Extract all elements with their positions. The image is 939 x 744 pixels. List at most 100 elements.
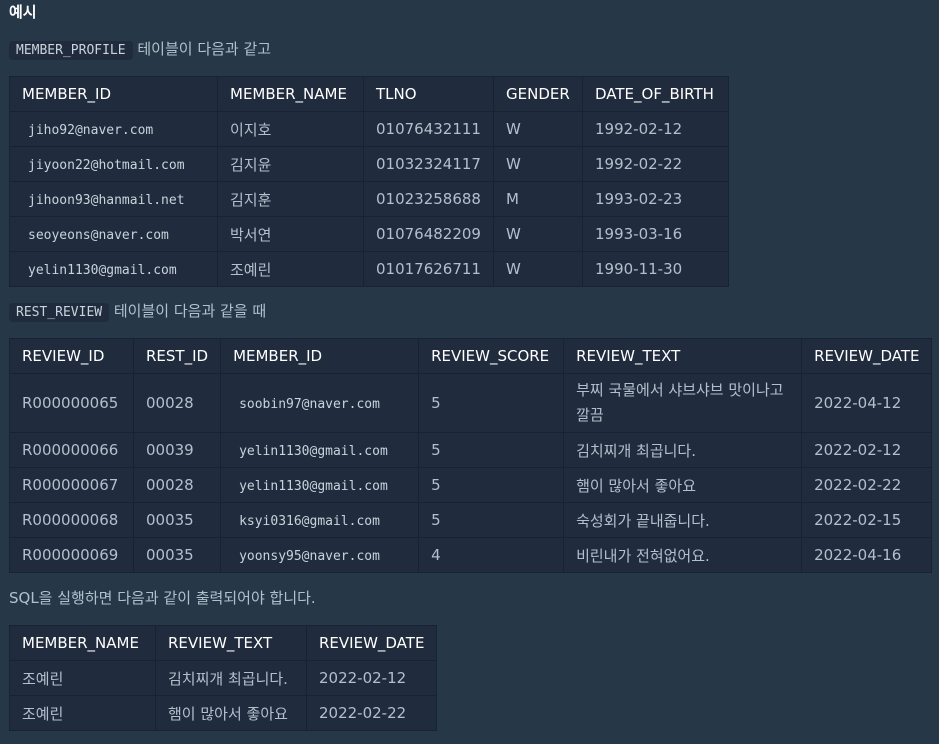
column-header: GENDER: [493, 76, 583, 112]
column-header: MEMBER_ID: [9, 76, 218, 112]
table-cell: 01076432111: [363, 111, 494, 147]
table-row: seoyeons@naver.com 박서연 01076482209 W 199…: [9, 216, 729, 252]
table-cell: 햄이 많아서 좋아요: [155, 695, 307, 731]
member-id-code: yelin1130@gmail.com: [233, 477, 394, 496]
column-header: MEMBER_ID: [220, 338, 420, 374]
table-cell: 00028: [132, 373, 222, 433]
intro-text: 테이블이 다음과 같고: [137, 40, 272, 58]
member-id-code: yelin1130@gmail.com: [233, 442, 394, 461]
member-id-cell: jiyoon22@hotmail.com: [9, 146, 218, 182]
table-cell: R000000069: [9, 537, 134, 573]
table-cell: 5: [418, 502, 565, 538]
table-cell: 5: [418, 373, 565, 433]
review-text-cell: 비린내가 전혀없어요.: [563, 537, 803, 573]
table-cell: 2022-02-12: [801, 432, 933, 468]
table-row: jiho92@naver.com 이지호 01076432111 W 1992-…: [9, 111, 729, 147]
member-id-code: seoyeons@naver.com: [22, 226, 175, 245]
table-cell: 2022-02-22: [305, 695, 438, 731]
table-cell: R000000065: [9, 373, 134, 433]
table-cell: 조예린: [9, 695, 156, 731]
column-header: DATE_OF_BIRTH: [582, 76, 729, 112]
result-table: MEMBER_NAME REVIEW_TEXT REVIEW_DATE 조예린 …: [9, 625, 438, 731]
intro-text: 테이블이 다음과 같을 때: [113, 302, 267, 320]
table-cell: 조예린: [9, 660, 156, 696]
table-cell: 01032324117: [363, 146, 494, 182]
table-row: R000000067 00028 yelin1130@gmail.com 5 햄…: [9, 467, 933, 503]
table-cell: 00039: [132, 432, 222, 468]
member-profile-table: MEMBER_ID MEMBER_NAME TLNO GENDER DATE_O…: [9, 76, 729, 287]
member-id-cell: yoonsy95@naver.com: [220, 537, 420, 573]
table-header-row: MEMBER_NAME REVIEW_TEXT REVIEW_DATE: [9, 625, 438, 661]
review-text-cell: 부찌 국물에서 샤브샤브 맛이나고 깔끔: [563, 373, 803, 433]
table-header-row: REVIEW_ID REST_ID MEMBER_ID REVIEW_SCORE…: [9, 338, 933, 374]
column-header: REST_ID: [132, 338, 222, 374]
table-cell: 2022-04-16: [801, 537, 933, 573]
table-name-code: REST_REVIEW: [9, 303, 110, 322]
table-row: jihoon93@hanmail.net 김지훈 01023258688 M 1…: [9, 181, 729, 217]
member-id-code: yoonsy95@naver.com: [233, 547, 386, 566]
table-cell: 김지훈: [217, 181, 364, 217]
member-id-cell: jiho92@naver.com: [9, 111, 218, 147]
member-profile-intro: MEMBER_PROFILE 테이블이 다음과 같고: [9, 36, 271, 62]
table-cell: R000000066: [9, 432, 134, 468]
member-id-cell: seoyeons@naver.com: [9, 216, 218, 252]
table-row: 조예린 김치찌개 최곱니다. 2022-02-12: [9, 660, 438, 696]
table-cell: 01023258688: [363, 181, 494, 217]
member-id-code: jihoon93@hanmail.net: [22, 191, 191, 210]
table-cell: 김지윤: [217, 146, 364, 182]
table-cell: 2022-04-12: [801, 373, 933, 433]
column-header: REVIEW_ID: [9, 338, 134, 374]
review-text-cell: 햄이 많아서 좋아요: [563, 467, 803, 503]
table-cell: 이지호: [217, 111, 364, 147]
table-cell: W: [493, 111, 583, 147]
column-header: REVIEW_TEXT: [155, 625, 307, 661]
table-cell: 01017626711: [363, 251, 494, 287]
table-cell: 조예린: [217, 251, 364, 287]
example-heading: 예시: [9, 3, 37, 21]
column-header: MEMBER_NAME: [217, 76, 364, 112]
table-cell: M: [493, 181, 583, 217]
column-header: TLNO: [363, 76, 494, 112]
table-cell: 01076482209: [363, 216, 494, 252]
column-header: REVIEW_TEXT: [563, 338, 803, 374]
table-cell: R000000067: [9, 467, 134, 503]
review-text-cell: 김치찌개 최곱니다.: [563, 432, 803, 468]
table-row: R000000068 00035 ksyi0316@gmail.com 5 숙성…: [9, 502, 933, 538]
table-cell: W: [493, 251, 583, 287]
member-id-cell: soobin97@naver.com: [220, 373, 420, 433]
column-header: REVIEW_DATE: [801, 338, 933, 374]
table-name-code: MEMBER_PROFILE: [9, 41, 133, 60]
review-text-cell: 숙성회가 끝내줍니다.: [563, 502, 803, 538]
table-cell: 1992-02-12: [582, 111, 729, 147]
member-id-code: jiyoon22@hotmail.com: [22, 156, 191, 175]
table-row: jiyoon22@hotmail.com 김지윤 01032324117 W 1…: [9, 146, 729, 182]
member-id-cell: yelin1130@gmail.com: [220, 432, 420, 468]
table-cell: 1992-02-22: [582, 146, 729, 182]
table-cell: 5: [418, 467, 565, 503]
table-cell: 1993-03-16: [582, 216, 729, 252]
table-cell: W: [493, 146, 583, 182]
member-id-cell: ksyi0316@gmail.com: [220, 502, 420, 538]
table-cell: 2022-02-15: [801, 502, 933, 538]
column-header: MEMBER_NAME: [9, 625, 156, 661]
table-row: 조예린 햄이 많아서 좋아요 2022-02-22: [9, 695, 438, 731]
member-id-code: jiho92@naver.com: [22, 121, 160, 140]
table-cell: 00028: [132, 467, 222, 503]
table-cell: 2022-02-12: [305, 660, 438, 696]
table-cell: 2022-02-22: [801, 467, 933, 503]
member-id-cell: yelin1130@gmail.com: [220, 467, 420, 503]
member-id-cell: jihoon93@hanmail.net: [9, 181, 218, 217]
table-cell: 4: [418, 537, 565, 573]
result-intro: SQL을 실행하면 다음과 같이 출력되어야 합니다.: [9, 589, 316, 607]
column-header: REVIEW_DATE: [305, 625, 438, 661]
table-cell: 김치찌개 최곱니다.: [155, 660, 307, 696]
table-cell: W: [493, 216, 583, 252]
rest-review-table: REVIEW_ID REST_ID MEMBER_ID REVIEW_SCORE…: [9, 338, 933, 573]
table-header-row: MEMBER_ID MEMBER_NAME TLNO GENDER DATE_O…: [9, 76, 729, 112]
table-row: R000000066 00039 yelin1130@gmail.com 5 김…: [9, 432, 933, 468]
table-cell: 1990-11-30: [582, 251, 729, 287]
table-row: R000000069 00035 yoonsy95@naver.com 4 비린…: [9, 537, 933, 573]
rest-review-intro: REST_REVIEW 테이블이 다음과 같을 때: [9, 298, 266, 324]
table-cell: R000000068: [9, 502, 134, 538]
member-id-code: yelin1130@gmail.com: [22, 261, 183, 280]
